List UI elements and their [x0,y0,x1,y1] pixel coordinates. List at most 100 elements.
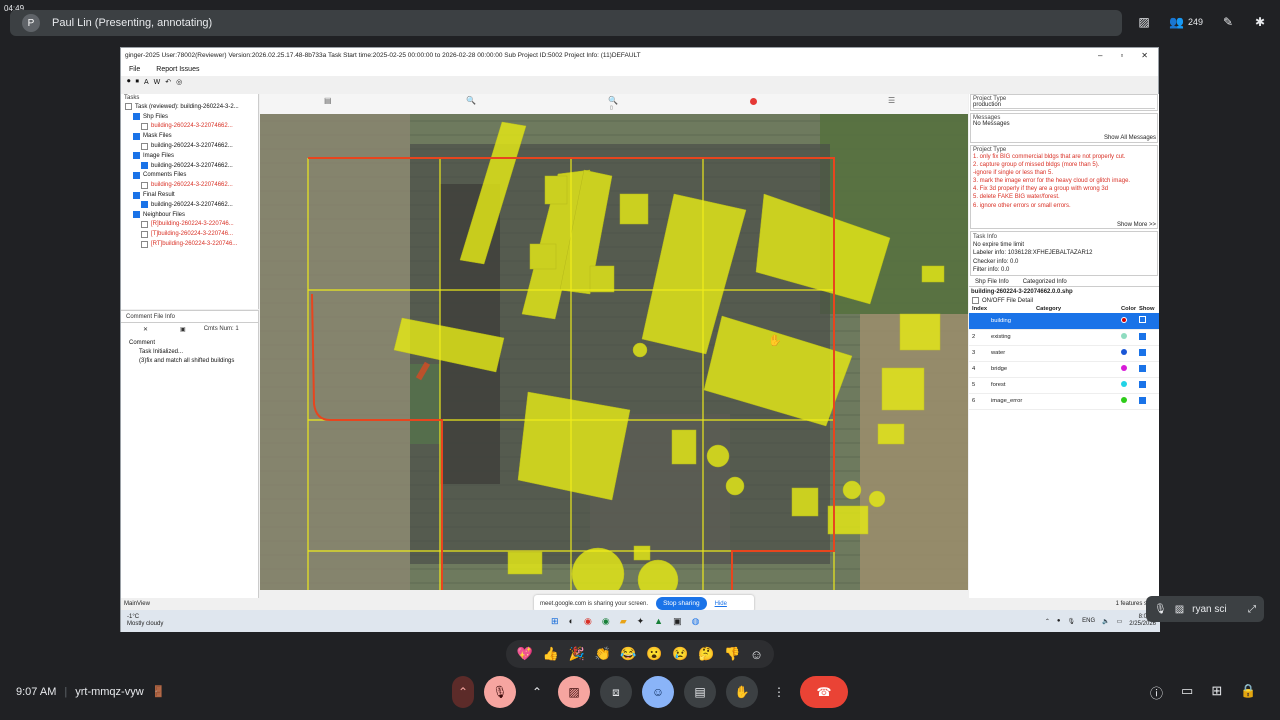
camera-off-button[interactable]: ▨ [558,676,590,708]
tool-w-icon[interactable]: W [154,79,161,86]
tree-checkbox[interactable] [141,181,148,189]
close-button[interactable]: ✕ [1141,51,1148,60]
table-row[interactable]: 6 image_error [969,393,1159,410]
show-all-messages-link[interactable]: Show All Messages [1104,135,1156,141]
weather-widget[interactable]: -1°C Mostly cloudy [121,614,241,628]
record-dot-icon[interactable] [750,98,757,105]
participants-icon[interactable]: 👥 249 [1166,12,1206,32]
tree-checkbox[interactable] [133,113,140,121]
maximize-button[interactable]: ▫ [1120,51,1123,60]
tree-checkbox[interactable] [141,201,148,209]
activities-icon[interactable]: ⊞ [1211,683,1222,702]
onoff-checkbox[interactable] [972,297,979,305]
tree-item[interactable]: Comments Files [121,171,258,181]
emoji-button[interactable]: ☺ [642,676,674,708]
tree-item[interactable]: [T]building-260224-3-220746... [121,229,258,239]
save-icon[interactable]: ▣ [180,326,186,333]
table-row[interactable]: 4 bridge [969,361,1159,378]
tree-checkbox[interactable] [141,162,148,170]
more-options-button[interactable]: ⋮ [768,676,790,708]
image-icon[interactable]: ▤ [324,96,332,105]
tree-checkbox[interactable] [141,230,148,238]
tree-item[interactable]: building-260224-3-22074662... [121,180,258,190]
tree-checkbox[interactable] [125,103,132,111]
raise-hand-button[interactable]: ✋ [726,676,758,708]
reaction-emoji[interactable]: 👎 [724,646,740,662]
app-3-icon[interactable]: ▣ [673,616,682,627]
show-more-link[interactable]: Show More >> [1117,222,1156,228]
tab-shp-file-info[interactable]: Shp File Info [975,279,1009,285]
color-swatch[interactable] [1121,349,1127,356]
reaction-emoji[interactable]: 🎉 [569,646,585,662]
leave-call-button[interactable]: ☎ [800,676,848,708]
pin-icon[interactable]: ✱ [1250,12,1270,32]
lang-label[interactable]: ENG [1082,618,1095,624]
show-checkbox[interactable] [1139,316,1146,324]
table-row[interactable]: 3 water [969,345,1159,362]
info-icon[interactable]: ▯ [610,105,613,111]
menu-report-issues[interactable]: Report Issues [156,66,199,73]
table-row[interactable]: 5 forest [969,377,1159,394]
battery-icon[interactable]: ▭ [1117,618,1123,625]
app-icon[interactable]: ✦ [637,616,645,627]
copilot-icon[interactable]: ◐ [569,616,574,627]
tree-item[interactable]: Task (reviewed): building-260224-3-2... [121,102,258,112]
tree-checkbox[interactable] [141,142,148,150]
tree-checkbox[interactable] [133,152,140,160]
tree-checkbox[interactable] [141,220,148,228]
tree-checkbox[interactable] [133,191,140,199]
menu-file[interactable]: File [129,66,140,73]
windows-start-icon[interactable]: ⊞ [551,616,559,627]
speaker-icon[interactable]: 🔈 [1102,618,1109,625]
tree-item[interactable]: Final Result [121,190,258,200]
close-icon[interactable]: ✕ [143,326,148,333]
reaction-emoji[interactable]: 🤔 [698,646,714,662]
meet-icon[interactable]: ● [1057,618,1061,624]
zoom-out-icon[interactable]: 🔍 [608,96,618,105]
table-row[interactable]: 2 existing [969,329,1159,346]
reaction-emoji[interactable]: 💖 [517,646,533,662]
minimize-button[interactable]: – [1098,51,1102,60]
tree-item[interactable]: Neighbour Files [121,210,258,220]
tree-item[interactable]: [R]building-260224-3-220746... [121,220,258,230]
tree-item[interactable]: building-260224-3-22074662... [121,161,258,171]
tree-item[interactable]: Mask Files [121,131,258,141]
stop-sharing-button[interactable]: Stop sharing [656,597,707,610]
reaction-emoji[interactable]: 😂 [620,646,636,662]
camera-off-icon[interactable]: ▨ [1134,12,1154,32]
tree-item[interactable]: Image Files [121,151,258,161]
info-icon[interactable]: ⓘ [1150,683,1163,702]
tree-checkbox[interactable] [133,211,140,219]
chrome-2-icon[interactable]: ◉ [602,616,610,627]
tree-checkbox[interactable] [133,171,140,179]
tool-record-icon[interactable]: ⏺ [127,78,131,86]
captions-button[interactable]: ▤ [684,676,716,708]
host-controls-icon[interactable]: 🔒 [1240,683,1256,702]
chevron-up-icon[interactable]: ⌃ [1045,618,1050,625]
comment-tab[interactable]: Comment File Info [121,311,258,323]
project-type-value[interactable]: production [973,102,1155,109]
color-swatch[interactable] [1121,397,1127,404]
pen-icon[interactable]: ✎ [1218,12,1238,32]
reaction-emoji[interactable]: 👍 [543,646,559,662]
door-icon[interactable]: 🚪 [152,685,166,698]
globe-icon[interactable]: ◍ [692,616,700,627]
tree-item[interactable]: Shp Files [121,112,258,122]
tree-item[interactable]: building-260224-3-22074662... [121,200,258,210]
hide-link[interactable]: Hide [715,601,727,607]
show-checkbox[interactable] [1139,332,1146,340]
expand-icon[interactable]: ⤢ [1248,604,1264,615]
chrome-icon[interactable]: ◉ [584,616,592,627]
tree-checkbox[interactable] [133,132,140,140]
meeting-code[interactable]: yrt-mmqz-vyw [75,686,143,698]
tool-stop-icon[interactable]: ⏹ [136,78,140,86]
color-swatch[interactable] [1121,365,1127,372]
color-swatch[interactable] [1121,381,1127,388]
satellite-image[interactable]: ✋ [260,114,968,590]
mic-options-button[interactable]: ⌃ [452,676,474,708]
chat-icon[interactable]: ▭ [1181,683,1193,702]
show-checkbox[interactable] [1139,348,1146,356]
tool-undo-icon[interactable]: ↶ [165,78,171,86]
mic-off-button[interactable]: 🎙 [484,676,516,708]
menu-icon[interactable]: ☰ [888,96,895,105]
